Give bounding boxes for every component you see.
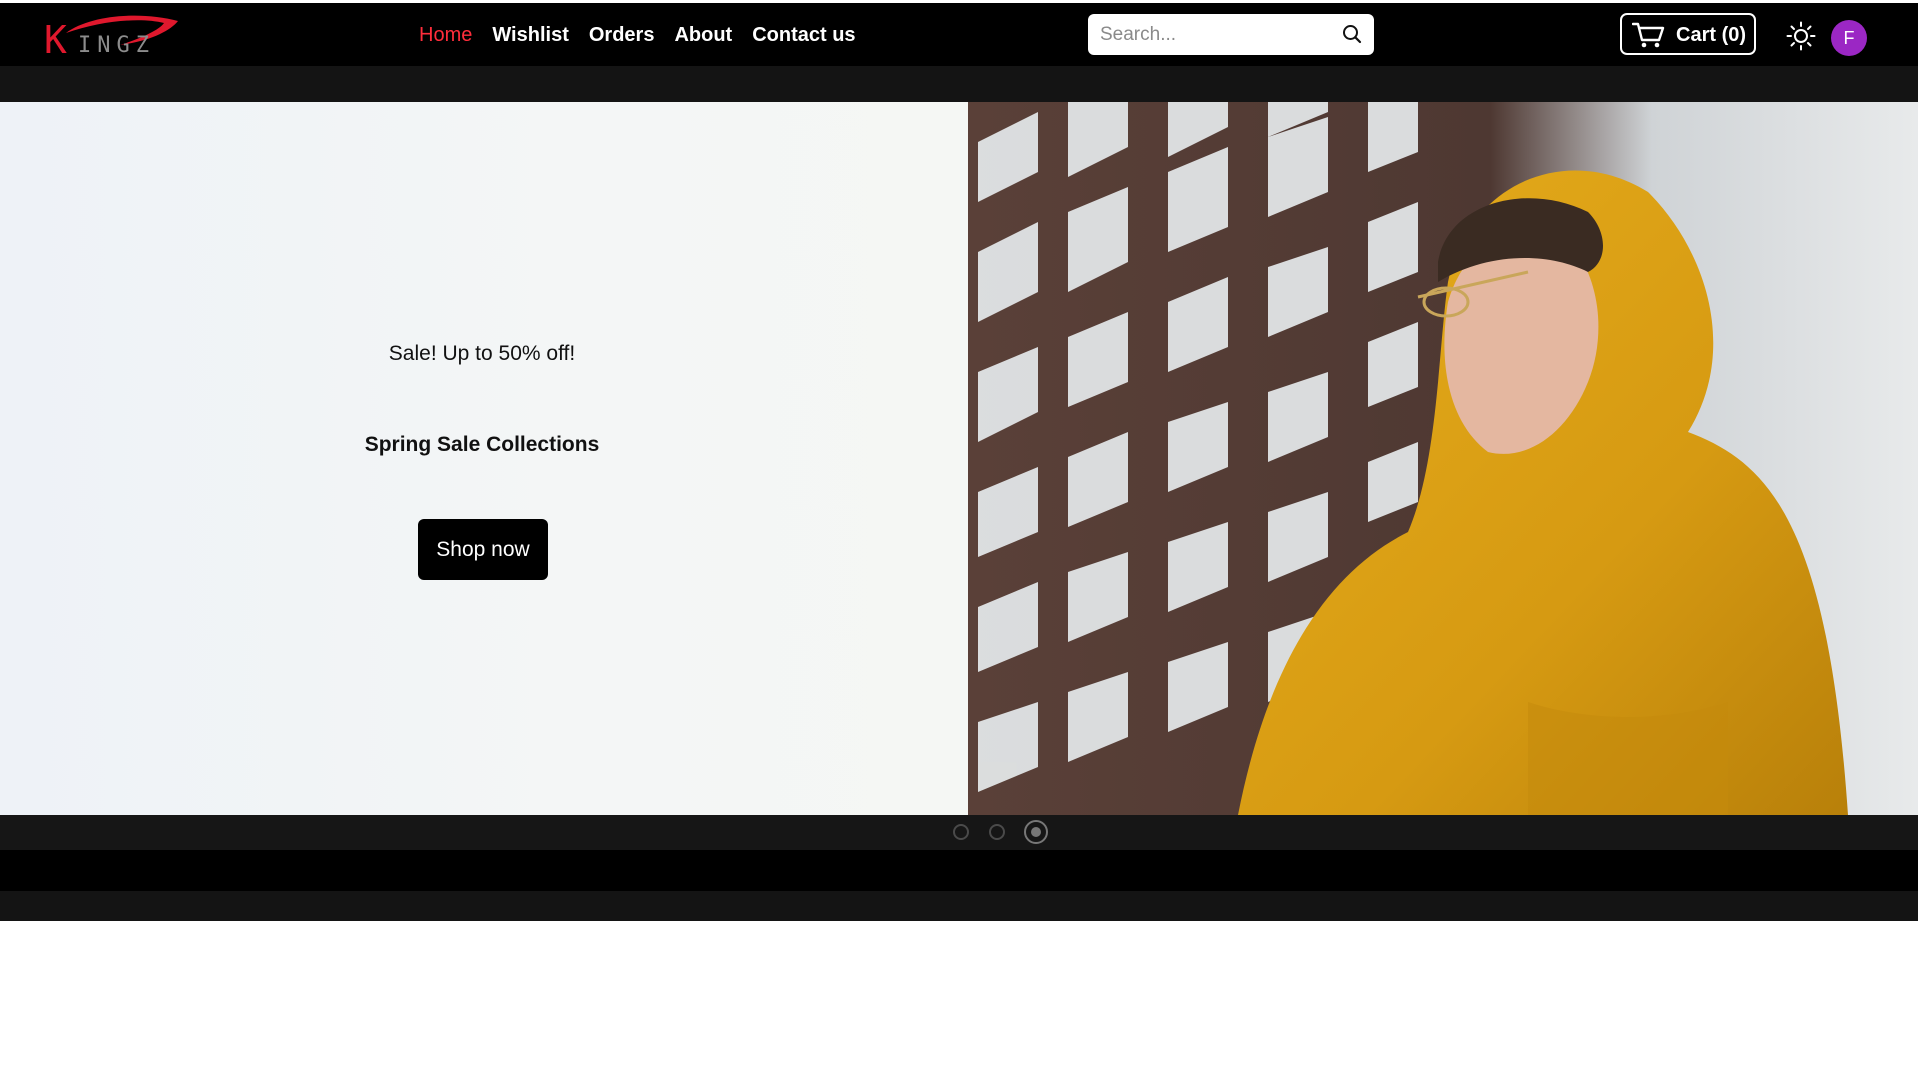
sun-icon[interactable] [1786,21,1816,51]
carousel-dot-2[interactable] [989,824,1005,840]
nav-home[interactable]: Home [419,21,472,49]
cart-label: Cart (0) [1676,24,1747,46]
nav-subbar [0,66,1918,102]
logo-letter-k: K [44,18,67,62]
search-icon[interactable] [1342,24,1362,44]
nav-orders[interactable]: Orders [589,21,655,49]
search-box [1088,14,1374,55]
navbar: K INGZ Home Wishlist Orders About Contac… [0,3,1918,66]
brand-logo[interactable]: K INGZ [42,11,182,61]
search-input[interactable] [1098,19,1332,51]
page: K INGZ Home Wishlist Orders About Contac… [0,0,1920,1080]
logo-wordmark: INGZ [78,33,155,58]
hero-photo-illustration [968,102,1918,815]
main-nav: Home Wishlist Orders About Contact us [419,21,876,49]
carousel-dot-1[interactable] [953,824,969,840]
nav-wishlist[interactable]: Wishlist [492,21,569,49]
shop-now-button[interactable]: Shop now [418,519,548,580]
footer-subband [0,891,1918,921]
hero-text-panel: Sale! Up to 50% off! Spring Sale Collect… [0,102,968,815]
cart-button[interactable]: Cart (0) [1620,13,1756,55]
nav-contact-us[interactable]: Contact us [752,21,855,49]
hero-image [968,102,1918,815]
carousel-dot-3[interactable] [1024,820,1048,844]
carousel-indicators [0,815,1918,850]
nav-about[interactable]: About [674,21,732,49]
cart-icon [1632,22,1665,48]
promo-text: Sale! Up to 50% off! [388,342,576,365]
user-avatar[interactable]: F [1831,20,1867,56]
hero-carousel: Sale! Up to 50% off! Spring Sale Collect… [0,102,1918,815]
footer-band [0,850,1918,891]
promo-title: Spring Sale Collections [364,433,600,456]
